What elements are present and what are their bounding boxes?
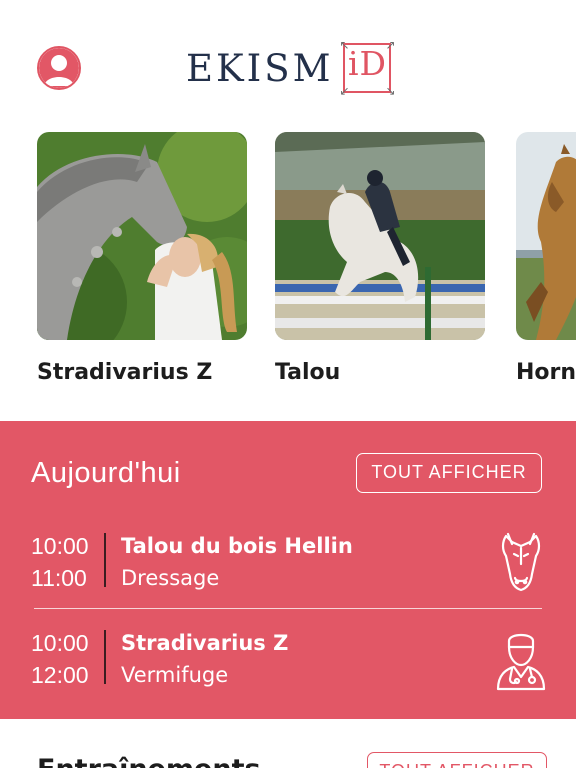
horse-name[interactable]: Talou <box>275 360 485 385</box>
horse-carousel[interactable]: Stradivarius Z Talou Horn <box>0 132 576 402</box>
logo-corner-arrow-icon: ↗ <box>385 38 396 52</box>
today-section: Aujourd'hui TOUT AFFICHER 10:00 11:00 Ta… <box>0 421 576 719</box>
event-start-time: 10:00 <box>31 533 89 559</box>
horse-name[interactable]: Stradivarius Z <box>37 360 247 385</box>
event-activity: Vermifuge <box>121 663 229 687</box>
horse-card[interactable]: Talou <box>275 132 485 385</box>
event-item[interactable]: 10:00 12:00 Stradivarius Z Vermifuge <box>0 627 576 691</box>
veterinarian-icon <box>494 627 548 691</box>
event-item[interactable]: 10:00 11:00 Talou du bois Hellin Dressag… <box>0 530 576 592</box>
event-end-time: 12:00 <box>31 662 89 688</box>
event-times: 10:00 11:00 <box>31 530 95 594</box>
logo-corner-arrow-icon: ↘ <box>385 84 396 98</box>
horse-head-icon <box>494 530 548 594</box>
event-divider <box>104 630 106 684</box>
event-divider <box>104 533 106 587</box>
horse-name[interactable]: Horn <box>516 360 576 385</box>
event-end-time: 11:00 <box>31 565 87 591</box>
event-times: 10:00 12:00 <box>31 627 95 691</box>
event-separator <box>34 608 542 609</box>
logo-text: EKISM <box>186 46 334 90</box>
horse-card[interactable]: Stradivarius Z <box>37 132 247 385</box>
today-title: Aujourd'hui <box>31 457 181 489</box>
event-horse-name: Talou du bois Hellin <box>121 534 353 558</box>
trainings-section: Entraînements TOUT AFFICHER <box>0 738 576 768</box>
user-avatar-icon[interactable] <box>37 46 81 90</box>
horse-photo[interactable] <box>516 132 576 340</box>
logo-corner-arrow-icon: ↙ <box>339 84 350 98</box>
trainings-see-all-button[interactable]: TOUT AFFICHER <box>367 752 547 768</box>
horse-photo[interactable] <box>37 132 247 340</box>
event-start-time: 10:00 <box>31 630 89 656</box>
horse-photo[interactable] <box>275 132 485 340</box>
logo-corner-arrow-icon: ↖ <box>339 38 350 52</box>
trainings-title: Entraînements <box>37 754 261 768</box>
event-horse-name: Stradivarius Z <box>121 631 289 655</box>
logo-mark: iD ↖ ↗ ↙ ↘ <box>340 39 396 97</box>
event-activity: Dressage <box>121 566 220 590</box>
app-logo: EKISM iD ↖ ↗ ↙ ↘ <box>186 38 396 98</box>
horse-card[interactable]: Horn <box>516 132 576 385</box>
app-header: EKISM iD ↖ ↗ ↙ ↘ <box>0 0 576 120</box>
today-see-all-button[interactable]: TOUT AFFICHER <box>356 453 542 493</box>
